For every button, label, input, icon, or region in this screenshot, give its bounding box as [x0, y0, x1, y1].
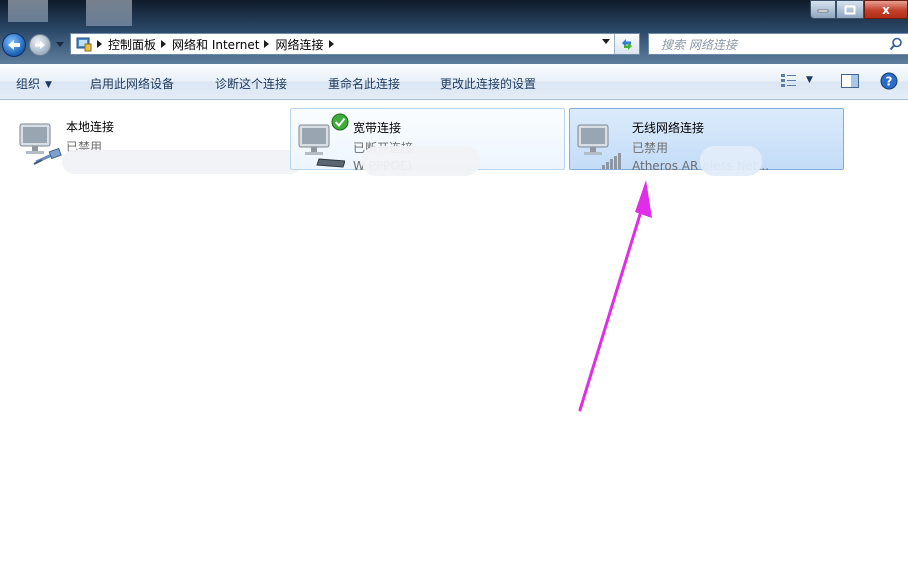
- breadcrumb: 控制面板 网络和 Internet 网络连接: [92, 36, 340, 53]
- background-thumbnail: [8, 0, 48, 22]
- window-controls: x: [810, 0, 908, 20]
- back-button[interactable]: [2, 33, 26, 57]
- recent-pages-dropdown[interactable]: [56, 42, 64, 48]
- green-check-icon: [331, 113, 349, 131]
- annotation-arrow: [578, 180, 652, 412]
- chevron-right-icon[interactable]: [259, 40, 275, 48]
- change-settings-button[interactable]: 更改此连接的设置: [440, 75, 536, 92]
- preview-pane-icon: [841, 74, 859, 88]
- window-chrome: x 控制面板 网络和 Internet 网络连接 搜索 网络连接: [0, 0, 908, 64]
- close-icon: x: [882, 2, 890, 17]
- close-button[interactable]: x: [864, 0, 908, 19]
- search-icon[interactable]: [889, 37, 903, 51]
- rename-button[interactable]: 重命名此连接: [328, 75, 400, 92]
- command-bar: 组织 ▼ 启用此网络设备 诊断这个连接 重命名此连接 更改此连接的设置 ▼ ?: [0, 64, 908, 100]
- chevron-right-icon[interactable]: [324, 40, 340, 48]
- ethernet-cable-icon: [19, 123, 62, 165]
- background-thumbnail: [86, 0, 132, 26]
- diagnose-button[interactable]: 诊断这个连接: [215, 75, 287, 92]
- redacted-region: [62, 150, 302, 174]
- view-options-button[interactable]: ▼: [780, 72, 813, 88]
- arrow-left-icon: [8, 40, 20, 50]
- connection-name: 本地连接: [66, 120, 115, 134]
- organize-label: 组织: [16, 77, 41, 91]
- connection-status: 已禁用: [632, 141, 669, 155]
- refresh-button[interactable]: [614, 34, 639, 54]
- forward-button[interactable]: [29, 34, 51, 56]
- help-button[interactable]: ?: [880, 72, 898, 90]
- minimize-button[interactable]: [810, 0, 836, 19]
- connection-name: 宽带连接: [353, 121, 402, 135]
- chevron-down-icon: ▼: [806, 75, 813, 85]
- address-bar[interactable]: 控制面板 网络和 Internet 网络连接: [70, 33, 640, 55]
- organize-menu[interactable]: 组织 ▼: [16, 75, 52, 92]
- connections-pane: 本地连接 已禁用 宽带连接 已断开连接 W PPPOE): [0, 100, 908, 577]
- search-input[interactable]: 搜索 网络连接: [661, 36, 737, 53]
- address-history-dropdown[interactable]: [602, 39, 611, 45]
- maximize-button[interactable]: [836, 0, 864, 19]
- minimize-icon: [817, 9, 829, 12]
- connection-name: 无线网络连接: [632, 121, 705, 135]
- redacted-region: [700, 146, 762, 176]
- enable-device-button[interactable]: 启用此网络设备: [90, 75, 174, 92]
- redacted-region: [362, 146, 480, 176]
- breadcrumb-network-connections[interactable]: 网络连接: [275, 36, 323, 53]
- breadcrumb-control-panel[interactable]: 控制面板: [108, 36, 156, 53]
- control-panel-icon: [76, 37, 92, 52]
- arrow-right-icon: [35, 41, 45, 49]
- chevron-right-icon[interactable]: [156, 40, 172, 48]
- chevron-down-icon: ▼: [45, 80, 52, 90]
- help-icon: ?: [880, 72, 898, 90]
- preview-pane-button[interactable]: [840, 72, 860, 90]
- svg-text:?: ?: [886, 75, 893, 89]
- search-box[interactable]: 搜索 网络连接: [648, 33, 908, 55]
- maximize-icon: [844, 5, 856, 14]
- refresh-icon: [622, 39, 632, 50]
- breadcrumb-network-internet[interactable]: 网络和 Internet: [172, 36, 259, 53]
- chevron-right-icon[interactable]: [92, 40, 108, 48]
- view-options-icon: [781, 74, 796, 87]
